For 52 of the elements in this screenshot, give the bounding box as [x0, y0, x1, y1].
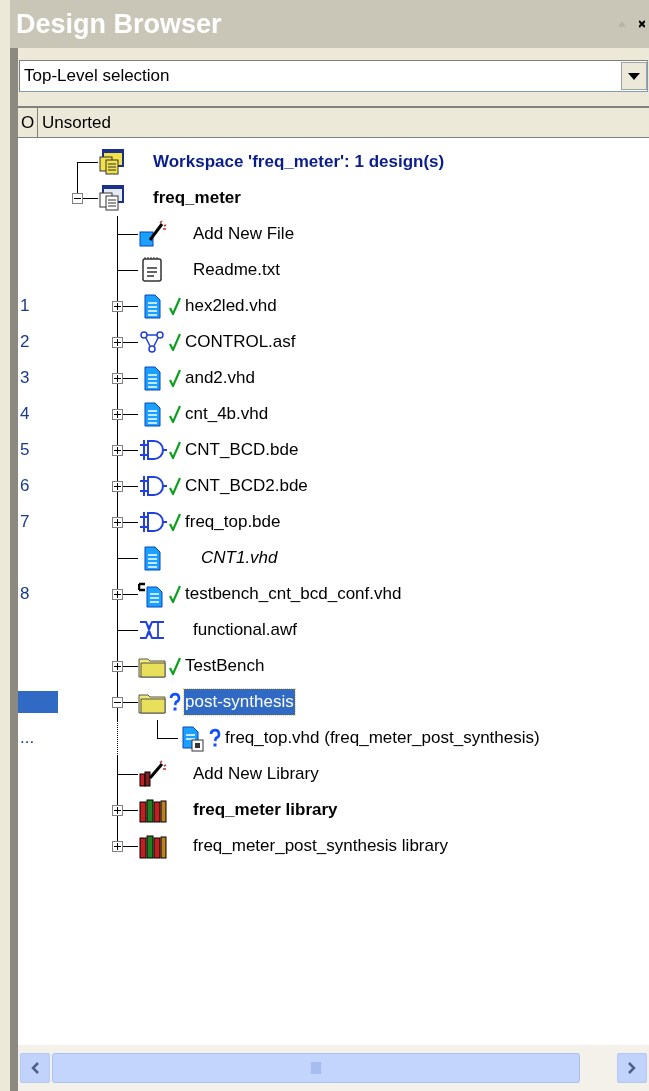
tree-item[interactable]: CNT_BCD2.bde	[184, 473, 309, 499]
tree-item[interactable]: testbench_cnt_bcd_conf.vhd	[184, 581, 403, 607]
order-number: 3	[20, 367, 30, 390]
tree-item[interactable]: CNT1.vhd	[200, 545, 279, 571]
tree-item[interactable]: and2.vhd	[184, 365, 256, 391]
expand-icon[interactable]	[112, 805, 123, 816]
expand-icon[interactable]	[112, 301, 123, 312]
tree-item[interactable]: Workspace 'freq_meter': 1 design(s)	[152, 149, 446, 175]
tree-item[interactable]: cnt_4b.vhd	[184, 401, 270, 427]
tree-item[interactable]: functional.awf	[192, 617, 298, 643]
expand-icon[interactable]	[112, 337, 123, 348]
tree-item[interactable]: CONTROL.asf	[184, 329, 297, 355]
order-number: ...	[20, 727, 35, 750]
close-icon[interactable]	[639, 19, 645, 29]
tree-item[interactable]: freq_meter_post_synthesis library	[192, 833, 450, 859]
order-number: 8	[20, 583, 30, 606]
expand-icon[interactable]	[112, 661, 123, 672]
order-number: 1	[20, 295, 30, 318]
tree-item[interactable]: freq_top.bde	[184, 509, 282, 535]
grip-icon	[311, 1062, 321, 1074]
tree-item[interactable]: Add New Library	[192, 761, 320, 787]
top-level-dropdown[interactable]: Top-Level selection	[19, 60, 648, 92]
collapse-icon[interactable]	[112, 697, 123, 708]
panel-title: Design Browser	[16, 10, 222, 38]
order-number: 5	[20, 439, 30, 462]
column-header[interactable]: Unsorted	[38, 108, 649, 138]
tree-item[interactable]: CNT_BCD.bde	[184, 437, 300, 463]
tree-item[interactable]: Readme.txt	[192, 257, 281, 283]
expand-icon[interactable]	[112, 517, 123, 528]
expand-icon[interactable]	[112, 841, 123, 852]
collapse-icon[interactable]	[72, 193, 83, 204]
tree-item[interactable]: post-synthesis	[184, 689, 295, 715]
order-number: 2	[20, 331, 30, 354]
order-number: 7	[20, 511, 30, 534]
tree-item[interactable]: freq_meter library	[192, 797, 339, 823]
tree-item[interactable]: TestBench	[184, 653, 266, 679]
tree-item[interactable]: freq_meter	[152, 185, 242, 211]
order-number: 6	[20, 475, 30, 498]
order-number: 4	[20, 403, 30, 426]
scrollbar-thumb[interactable]	[52, 1053, 580, 1083]
scroll-left-button[interactable]	[20, 1053, 50, 1083]
expand-icon[interactable]	[112, 409, 123, 420]
column-header[interactable]: O	[18, 108, 38, 138]
expand-icon[interactable]	[112, 445, 123, 456]
scroll-right-button[interactable]	[617, 1053, 647, 1083]
dropdown-arrow-icon	[628, 72, 640, 80]
tree-item[interactable]: hex2led.vhd	[184, 293, 278, 319]
expand-icon[interactable]	[112, 481, 123, 492]
expand-icon[interactable]	[112, 373, 123, 384]
tree-item[interactable]: Add New File	[192, 221, 296, 247]
expand-icon[interactable]	[112, 589, 123, 600]
tree-item[interactable]: freq_top.vhd (freq_meter_post_synthesis)	[224, 725, 541, 751]
